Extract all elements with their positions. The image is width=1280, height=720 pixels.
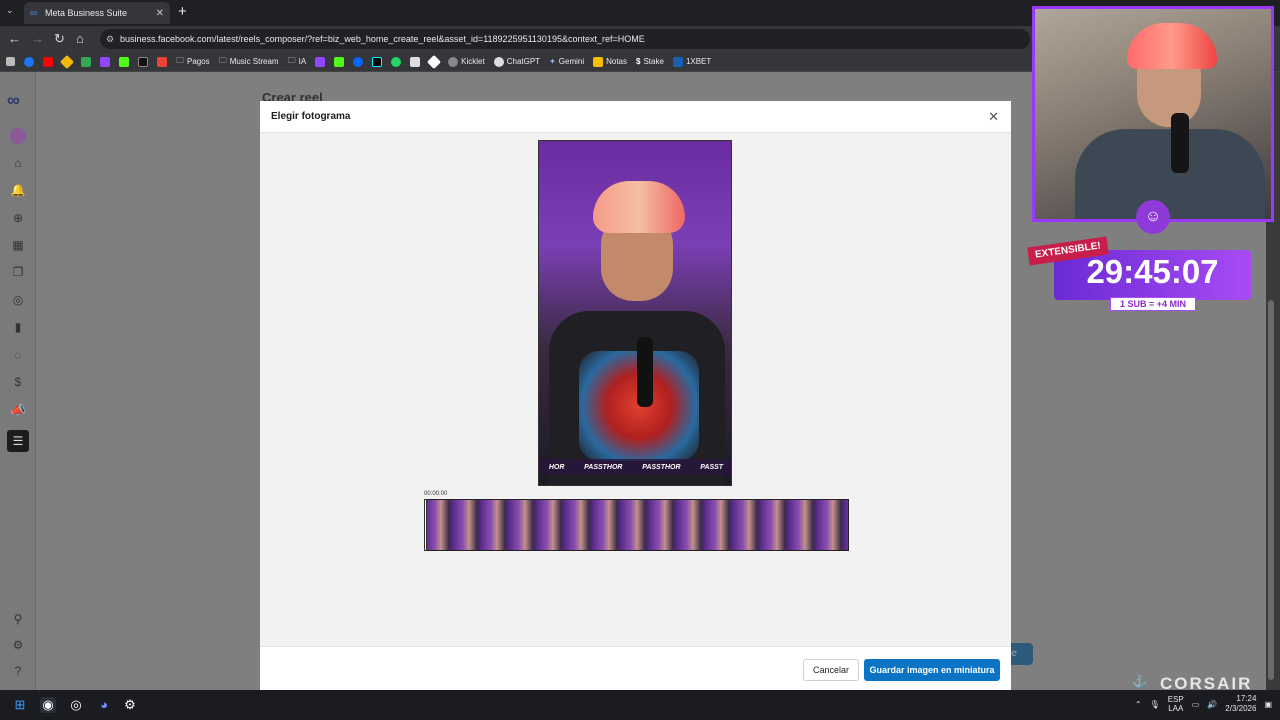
bookmark-binance-icon[interactable] — [59, 54, 75, 69]
steam-taskbar-icon[interactable]: ⚙ — [122, 697, 138, 713]
volume-icon[interactable]: 🔊 — [1207, 700, 1217, 709]
preview-person-hair — [593, 181, 685, 233]
search-nav-icon[interactable]: ⚲ — [10, 612, 26, 628]
bookmark-folder-ia[interactable]: 🗀 IA — [288, 55, 307, 69]
bookmark-kick-icon[interactable] — [119, 56, 129, 67]
tray-overflow-icon[interactable]: ⌃ — [1135, 700, 1142, 709]
bookmark-app-icon[interactable] — [138, 56, 148, 67]
notification-icon[interactable]: ▣ — [1264, 700, 1272, 709]
webcam-overlay — [1032, 6, 1274, 222]
sub-rule-label: 1 SUB = +4 MIN — [1110, 297, 1196, 311]
content-nav-icon[interactable]: ⊕ — [10, 211, 26, 227]
reload-icon[interactable]: ↻ — [54, 31, 65, 47]
tab-title: Meta Business Suite — [45, 8, 128, 18]
meta-favicon-icon: ∞ — [30, 8, 38, 19]
bookmark-1xbet[interactable]: 1XBET — [672, 56, 711, 67]
bookmark-drive-icon[interactable] — [81, 56, 91, 67]
notifications-nav-icon[interactable]: 🔔 — [10, 183, 26, 199]
corsair-logo-icon: ⚓ — [1132, 674, 1147, 688]
display-icon[interactable]: ▭ — [1192, 700, 1200, 709]
menu-nav-icon[interactable]: ☰ — [7, 430, 29, 452]
browser-tab[interactable]: ∞ Meta Business Suite ✕ — [24, 2, 170, 24]
settings-nav-icon[interactable]: ⚙ — [10, 638, 26, 654]
windows-taskbar: ⊞ ◉ ◎ ◕ ⚙ ⌃ 🎙 ESP LAA ▭ 🔊 17:24 2/3/2026 ▣ — [0, 690, 1280, 720]
frame-scrubber-handle[interactable] — [424, 499, 427, 551]
address-bar[interactable]: ⚙ business.facebook.com/latest/reels_com… — [100, 29, 1030, 49]
webcam-person-body — [1075, 129, 1265, 219]
bookmark-apps-icon[interactable] — [6, 57, 15, 66]
webcam-person-hair — [1127, 23, 1217, 69]
frame-preview: HOR PASSTHOR PASSTHOR PASST — [538, 140, 732, 486]
system-clock[interactable]: 17:24 2/3/2026 — [1225, 694, 1256, 714]
home-icon[interactable]: ⌂ — [76, 31, 84, 46]
discord-taskbar-icon[interactable]: ◕ — [96, 697, 112, 713]
dialog-title: Elegir fotograma — [271, 111, 351, 122]
insights-nav-icon[interactable]: ▮ — [10, 320, 26, 336]
windows-start-icon[interactable]: ⊞ — [12, 697, 28, 713]
microphone-icon[interactable]: 🎙 — [1150, 700, 1160, 709]
preview-banner: HOR PASSTHOR PASSTHOR PASST — [539, 459, 731, 475]
new-tab-button[interactable]: + — [178, 3, 187, 20]
meta-logo-icon[interactable]: ∞ — [7, 90, 20, 111]
close-icon[interactable]: ✕ — [988, 109, 999, 125]
bookmark-folder-music-stream[interactable]: 🗀 Music Stream — [219, 55, 279, 69]
chat-nav-icon[interactable]: ◌ — [10, 348, 26, 364]
monetization-nav-icon[interactable]: $ — [10, 375, 26, 391]
bookmark-kick2-icon[interactable] — [334, 56, 345, 67]
bookmark-app2-icon[interactable] — [410, 56, 421, 67]
home-nav-icon[interactable]: ⌂ — [10, 156, 26, 172]
save-thumbnail-button[interactable]: Guardar imagen en miniatura — [864, 659, 1000, 681]
inbox-nav-icon[interactable]: ◎ — [10, 293, 26, 309]
frame-filmstrip[interactable] — [424, 499, 849, 551]
bookmark-facebook-icon[interactable] — [24, 56, 34, 67]
preview-microphone — [637, 337, 653, 407]
webcam-microphone — [1171, 113, 1189, 173]
tab-search-icon[interactable]: ⌄ — [6, 5, 14, 16]
bookmark-twitch-icon[interactable] — [100, 56, 110, 67]
bookmark-chatgpt[interactable]: ChatGPT — [493, 56, 540, 67]
bookmark-meta-icon[interactable] — [353, 56, 364, 67]
left-navigation-rail: ∞ ⌂ 🔔 ⊕ ▦ ❐ ◎ ▮ ◌ $ 📣 ☰ ⚲ ⚙ ? — [0, 72, 36, 690]
subathon-timer: 29:45:07 — [1086, 253, 1219, 290]
frame-timecode: 00:00:00 — [424, 491, 448, 497]
chrome-taskbar-icon[interactable]: ◉ — [40, 697, 56, 713]
scrollbar-thumb[interactable] — [1268, 300, 1274, 680]
bookmark-gemini[interactable]: ✦ Gemini — [549, 57, 584, 66]
bookmark-twitch2-icon[interactable] — [315, 56, 326, 67]
bookmark-folder-pagos[interactable]: 🗀 Pagos — [176, 55, 210, 69]
bookmark-tiktok-icon[interactable] — [372, 56, 383, 67]
bookmark-app3-icon[interactable] — [427, 54, 442, 69]
bookmark-stake[interactable]: $ Stake — [636, 57, 664, 66]
account-avatar[interactable] — [10, 128, 26, 144]
close-tab-icon[interactable]: ✕ — [156, 8, 164, 19]
dialog-footer: Cancelar Guardar imagen en miniatura — [260, 646, 1011, 690]
planner-nav-icon[interactable]: ▦ — [10, 238, 26, 254]
bookmark-kicklet[interactable]: Kicklet — [448, 56, 485, 67]
choose-frame-dialog: Elegir fotograma ✕ HOR PASSTHOR PASSTHOR… — [260, 101, 1011, 690]
cancel-button[interactable]: Cancelar — [803, 659, 859, 681]
bookmark-gmail-icon[interactable] — [157, 56, 167, 67]
url-text: business.facebook.com/latest/reels_compo… — [120, 34, 645, 44]
forward-icon[interactable]: → — [31, 31, 44, 46]
help-nav-icon[interactable]: ? — [10, 664, 26, 680]
site-info-icon[interactable]: ⚙ — [106, 34, 114, 45]
ads-nav-icon[interactable]: 📣 — [10, 403, 26, 419]
posts-nav-icon[interactable]: ❐ — [10, 265, 26, 281]
back-icon[interactable]: ← — [8, 31, 21, 46]
obs-taskbar-icon[interactable]: ◎ — [68, 697, 84, 713]
bookmark-whatsapp-icon[interactable] — [391, 56, 402, 67]
language-indicator[interactable]: ESP LAA — [1168, 695, 1184, 713]
dialog-header: Elegir fotograma ✕ — [260, 101, 1011, 133]
bookmark-notas[interactable]: Notas — [593, 56, 627, 67]
bookmark-youtube-icon[interactable] — [43, 56, 53, 67]
streamer-avatar-icon: ☺ — [1136, 200, 1170, 234]
system-tray: ⌃ 🎙 ESP LAA ▭ 🔊 17:24 2/3/2026 ▣ — [1135, 694, 1272, 714]
